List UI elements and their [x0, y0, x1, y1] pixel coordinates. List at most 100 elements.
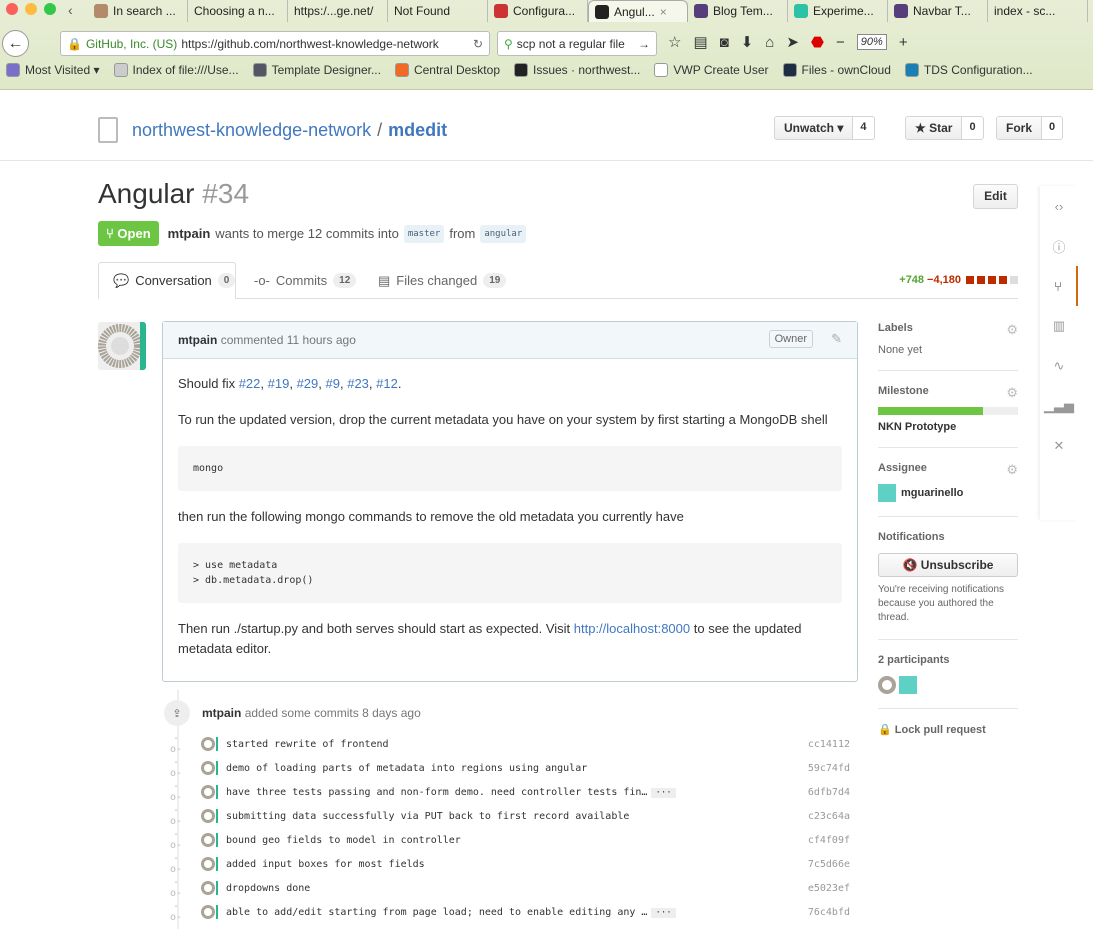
minimize-window-button[interactable] — [25, 3, 37, 15]
adblock-icon[interactable]: ⬣ — [811, 33, 824, 51]
bookmark-item[interactable]: VWP Create User — [654, 63, 769, 77]
commit-message-text[interactable]: bound geo fields to model in controller — [226, 835, 461, 846]
base-branch[interactable]: master — [403, 224, 445, 243]
commit-message[interactable]: dropdowns done — [226, 883, 790, 894]
issue-link[interactable]: #29 — [297, 376, 319, 391]
commit-author-avatar[interactable] — [201, 785, 215, 799]
commit-message-text[interactable]: dropdowns done — [226, 883, 310, 894]
gear-icon[interactable]: ⚙ — [1006, 322, 1018, 338]
zoom-window-button[interactable] — [44, 3, 56, 15]
commit-author-avatar[interactable] — [201, 857, 215, 871]
browser-tab[interactable]: In search ... — [88, 0, 188, 22]
commit-sha-link[interactable]: e5023ef — [790, 883, 850, 894]
commit-message[interactable]: demo of loading parts of metadata into r… — [226, 763, 790, 774]
commit-message-text[interactable]: able to add/edit starting from page load… — [226, 907, 647, 918]
bookmark-item[interactable]: Index of file:///Use... — [113, 63, 239, 77]
commit-sha-link[interactable]: 76c4bfd — [790, 907, 850, 918]
home-icon[interactable]: ⌂ — [765, 34, 774, 51]
zoom-in-icon[interactable]: + — [899, 34, 908, 51]
participant-avatar[interactable] — [878, 676, 896, 694]
assignee-avatar[interactable] — [878, 484, 896, 502]
browser-tab[interactable]: Angul... × — [588, 0, 688, 22]
back-button[interactable]: ← — [2, 30, 29, 57]
bookmark-item[interactable]: Most Visited ▾ — [6, 63, 100, 77]
browser-tab[interactable]: https:/...ge.net/ — [288, 0, 388, 22]
issue-link[interactable]: #12 — [376, 376, 398, 391]
avatar[interactable] — [98, 322, 146, 370]
lock-pull-request-link[interactable]: 🔒 Lock pull request — [878, 723, 1018, 736]
pulse-icon[interactable]: ∿ — [1040, 346, 1078, 386]
browser-tab[interactable]: Navbar T... — [888, 0, 988, 22]
go-arrow-icon[interactable]: → — [638, 37, 650, 51]
event-author[interactable]: mtpain — [202, 706, 241, 720]
edit-button[interactable]: Edit — [973, 184, 1018, 209]
fork-count[interactable]: 0 — [1042, 116, 1064, 140]
assignee-name[interactable]: mguarinello — [901, 487, 963, 499]
zoom-level[interactable]: 90% — [856, 34, 887, 50]
settings-icon[interactable]: ✕ — [1040, 426, 1078, 466]
issue-link[interactable]: #19 — [268, 376, 290, 391]
repo-owner-link[interactable]: northwest-knowledge-network — [132, 120, 371, 141]
commit-sha-link[interactable]: cc14112 — [790, 739, 850, 750]
bookmark-item[interactable]: Files - ownCloud — [782, 63, 891, 77]
commit-sha-link[interactable]: 7c5d66e — [790, 859, 850, 870]
commit-message[interactable]: have three tests passing and non-form de… — [226, 787, 790, 798]
commit-author-avatar[interactable] — [201, 881, 215, 895]
code-icon[interactable]: ‹› — [1040, 186, 1078, 226]
commit-sha-link[interactable]: 59c74fd — [790, 763, 850, 774]
pencil-icon[interactable]: ✎ — [831, 331, 842, 347]
search-bar[interactable]: ⚲ scp not a regular file → — [497, 31, 657, 56]
url-bar[interactable]: 🔒 GitHub, Inc. (US) https://github.com/nor… — [60, 31, 490, 56]
search-text[interactable]: scp not a regular file — [517, 37, 625, 51]
graphs-icon[interactable]: ▁▃▅ — [1040, 386, 1078, 426]
issue-link[interactable]: #22 — [239, 376, 261, 391]
unwatch-button[interactable]: Unwatch ▾ — [774, 116, 854, 140]
commit-sha-link[interactable]: 6dfb7d4 — [790, 787, 850, 798]
pr-author-link[interactable]: mtpain — [168, 226, 211, 241]
commit-author-avatar[interactable] — [201, 737, 215, 751]
bookmark-item[interactable]: Issues · northwest... — [514, 63, 640, 77]
unsubscribe-button[interactable]: 🔇 Unsubscribe — [878, 553, 1018, 577]
browser-tab[interactable]: Experime... — [788, 0, 888, 22]
commit-sha-link[interactable]: cf4f09f — [790, 835, 850, 846]
commit-author-avatar[interactable] — [201, 905, 215, 919]
expand-commit-button[interactable]: ··· — [651, 787, 676, 798]
bookmark-item[interactable]: TDS Configuration... — [904, 63, 1033, 77]
wiki-icon[interactable]: ▥ — [1040, 306, 1078, 346]
url-text[interactable]: https://github.com/northwest-knowledge-n… — [181, 37, 438, 51]
browser-tab[interactable]: Configura... — [488, 0, 588, 22]
commit-message-text[interactable]: submitting data successfully via PUT bac… — [226, 811, 629, 822]
star-count[interactable]: 0 — [962, 116, 984, 140]
fork-button[interactable]: Fork — [996, 116, 1043, 140]
tab-files-changed[interactable]: ▤ Files changed 19 — [364, 262, 520, 299]
close-window-button[interactable] — [6, 3, 18, 15]
repo-name-link[interactable]: mdedit — [388, 120, 447, 141]
commit-message-text[interactable]: have three tests passing and non-form de… — [226, 787, 647, 798]
send-icon[interactable]: ➤ — [786, 33, 799, 51]
star-button[interactable]: ★ Star — [905, 116, 963, 140]
head-branch[interactable]: angular — [480, 224, 527, 243]
browser-tab[interactable]: index - sc... — [988, 0, 1088, 22]
comment-time[interactable]: 11 hours ago — [287, 333, 356, 347]
zoom-out-icon[interactable]: − — [836, 34, 845, 51]
close-tab-icon[interactable]: × — [660, 5, 667, 19]
comment-author[interactable]: mtpain — [178, 333, 217, 347]
gear-icon[interactable]: ⚙ — [1006, 462, 1018, 478]
commit-author-avatar[interactable] — [201, 809, 215, 823]
milestone-name[interactable]: NKN Prototype — [878, 421, 1018, 433]
commit-message[interactable]: started rewrite of frontend — [226, 739, 790, 750]
commit-author-avatar[interactable] — [201, 833, 215, 847]
commit-message[interactable]: added input boxes for most fields — [226, 859, 790, 870]
issue-link[interactable]: #23 — [347, 376, 369, 391]
browser-tab[interactable]: Choosing a n... — [188, 0, 288, 22]
commit-message[interactable]: bound geo fields to model in controller — [226, 835, 790, 846]
participant-avatar[interactable] — [899, 676, 918, 694]
commit-sha-link[interactable]: c23c64a — [790, 811, 850, 822]
commit-message-text[interactable]: started rewrite of frontend — [226, 739, 389, 750]
tab-scroll-left-icon[interactable]: ‹ — [68, 2, 73, 18]
issue-link[interactable]: #9 — [326, 376, 340, 391]
watch-count[interactable]: 4 — [853, 116, 875, 140]
issues-icon[interactable]: ⓘ — [1040, 226, 1078, 266]
browser-tab[interactable]: Blog Tem... — [688, 0, 788, 22]
gear-icon[interactable]: ⚙ — [1006, 385, 1018, 401]
